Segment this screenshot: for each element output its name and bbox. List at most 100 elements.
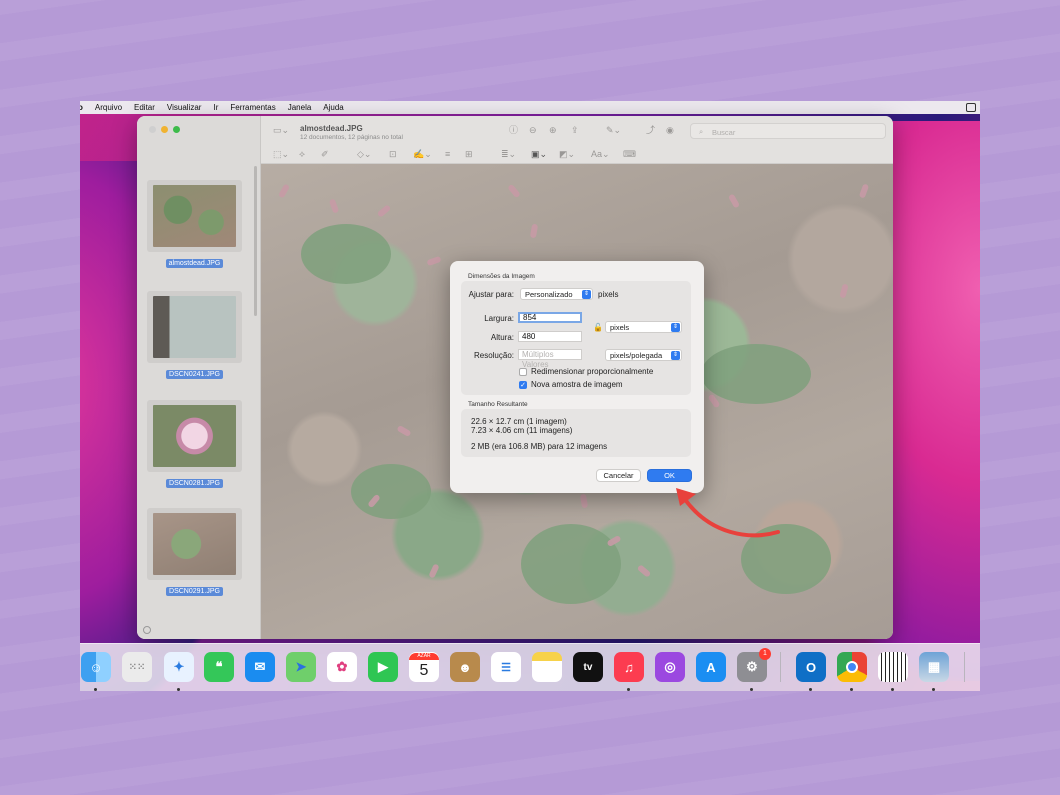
image-detail <box>701 344 811 404</box>
zoom-in-icon[interactable]: ⊕ <box>549 126 557 135</box>
photos-icon[interactable]: ✿ <box>327 652 357 682</box>
image-detail <box>426 255 442 267</box>
text-style-icon[interactable]: Aa⌄ <box>591 150 610 159</box>
fit-label: Ajustar para: <box>468 290 514 299</box>
width-label: Largura: <box>484 314 514 323</box>
sidebar-toggle-icon[interactable]: ▭⌄ <box>273 126 289 135</box>
annotation-arrow-icon <box>676 488 780 538</box>
rotate-icon[interactable]: ⤴ <box>646 126 655 135</box>
selection-icon[interactable]: ⬚⌄ <box>273 150 289 159</box>
fit-popup[interactable]: Personalizado ⇕ <box>520 288 593 300</box>
markup-pen-icon[interactable]: ✎⌄ <box>606 126 621 135</box>
calendar-day: 5 <box>419 661 429 679</box>
thumbnail-item[interactable]: almostdead.JPG <box>147 180 242 270</box>
launchpad-icon[interactable]: ⁙⁙ <box>122 652 152 682</box>
thumbnail-item[interactable]: DSCN0281.JPG <box>147 400 242 490</box>
instant-alpha-icon[interactable]: ⟡ <box>299 150 305 159</box>
resolution-unit-popup[interactable]: pixels/polegada ⇕ <box>605 349 682 361</box>
height-label: Altura: <box>490 333 514 342</box>
sketch-icon[interactable]: ✐ <box>321 150 329 159</box>
cancel-button[interactable]: Cancelar <box>596 469 641 482</box>
menu-arquivo[interactable]: Arquivo <box>95 103 122 112</box>
running-indicator <box>891 688 894 691</box>
maps-icon[interactable]: ➤ <box>286 652 316 682</box>
markup-icon[interactable]: ◉ <box>666 126 674 135</box>
close-button[interactable] <box>149 126 156 133</box>
podcasts-icon[interactable]: ◎ <box>655 652 685 682</box>
adjust-color-icon[interactable]: ≡ <box>445 150 450 159</box>
sidebar-options-icon[interactable] <box>143 626 151 634</box>
lock-icon[interactable]: 🔓 <box>593 323 603 332</box>
units-popup[interactable]: pixels ⇕ <box>605 321 682 333</box>
facetime-icon[interactable]: ▶ <box>368 652 398 682</box>
menu-editar[interactable]: Editar <box>134 103 155 112</box>
sign-icon[interactable]: ✍⌄ <box>413 150 432 159</box>
scale-proportionally-checkbox[interactable] <box>519 368 527 376</box>
search-placeholder: Buscar <box>712 128 736 137</box>
music-icon[interactable]: ♫ <box>614 652 644 682</box>
shapes-icon[interactable]: ◇⌄ <box>357 150 371 159</box>
finder-icon[interactable]: ☺ <box>81 652 111 682</box>
running-indicator <box>627 688 630 691</box>
thumbnail-sidebar: almostdead.JPG DSCN0241.JPG DSCN0281.JPG… <box>137 116 261 639</box>
running-indicator <box>932 688 935 691</box>
menu-visualizar[interactable]: Visualizar <box>167 103 202 112</box>
control-center-icon[interactable] <box>966 103 976 112</box>
apple-tv-label: tv <box>583 661 593 673</box>
search-field[interactable]: ⌕ Buscar <box>690 123 886 139</box>
thumbnail-caption: DSCN0241.JPG <box>166 370 223 379</box>
image-detail <box>301 224 391 284</box>
app-store-icon[interactable]: A <box>696 652 726 682</box>
notes-icon[interactable] <box>532 652 562 682</box>
annotate-icon[interactable]: ⌨ <box>623 150 636 159</box>
chevron-updown-icon: ⇕ <box>582 290 591 299</box>
resample-checkbox[interactable]: ✓ <box>519 381 527 389</box>
thumbnail-item[interactable]: DSCN0291.JPG <box>147 508 242 598</box>
messages-icon[interactable]: ❝ <box>204 652 234 682</box>
piano-icon[interactable] <box>878 652 908 682</box>
section-title-dimensions: Dimensões da Imagem <box>468 273 535 280</box>
height-field[interactable]: 480 <box>518 331 582 342</box>
menu-app[interactable]: o <box>80 103 83 112</box>
chrome-icon[interactable] <box>837 652 867 682</box>
reminders-icon[interactable]: ☰ <box>491 652 521 682</box>
width-field[interactable]: 854 <box>518 312 582 323</box>
contacts-icon[interactable]: ☻ <box>450 652 480 682</box>
menu-ir[interactable]: Ir <box>213 103 218 112</box>
text-box-icon[interactable]: ⊡ <box>389 150 397 159</box>
section-title-result: Tamanho Resultante <box>468 401 528 408</box>
image-detail <box>579 493 589 509</box>
mail-icon[interactable]: ✉ <box>245 652 275 682</box>
zoom-button[interactable] <box>173 126 180 133</box>
apple-tv-icon[interactable]: tv <box>573 652 603 682</box>
info-icon[interactable]: ⓘ <box>509 126 518 135</box>
image-detail <box>727 193 741 209</box>
dock: ☺ ⁙⁙ ✦ ❝ ✉ ➤ ✿ ▶ AZAR 5 ☻ ☰ tv ♫ ◎ A ⚙ 1… <box>80 643 980 691</box>
resolution-field[interactable]: Múltiplos Valores <box>518 349 582 369</box>
shape-style-icon[interactable]: ≣⌄ <box>501 150 516 159</box>
border-color-icon[interactable]: ▣⌄ <box>531 150 547 159</box>
scale-proportionally-label: Redimensionar proporcionalmente <box>531 367 654 376</box>
adjust-size-icon[interactable]: ⊞ <box>465 150 473 159</box>
image-detail <box>351 464 431 519</box>
menu-ferramentas[interactable]: Ferramentas <box>230 103 275 112</box>
chrome-center <box>846 661 858 673</box>
preview-icon[interactable]: ▦ <box>919 652 949 682</box>
share-icon[interactable]: ⇪ <box>571 126 579 135</box>
sidebar-scrollbar[interactable] <box>254 166 257 316</box>
running-indicator <box>809 688 812 691</box>
zoom-out-icon[interactable]: ⊖ <box>529 126 537 135</box>
fit-popup-value: Personalizado <box>525 290 573 299</box>
menu-ajuda[interactable]: Ajuda <box>323 103 343 112</box>
fill-color-icon[interactable]: ◩⌄ <box>559 150 575 159</box>
minimize-button[interactable] <box>161 126 168 133</box>
calendar-icon[interactable]: AZAR 5 <box>409 652 439 682</box>
menu-janela[interactable]: Janela <box>288 103 312 112</box>
outlook-icon[interactable]: O <box>796 652 826 682</box>
thumbnail-item[interactable]: DSCN0241.JPG <box>147 291 242 381</box>
image-detail <box>277 183 291 199</box>
result-line-3: 2 MB (era 106.8 MB) para 12 imagens <box>471 442 608 451</box>
safari-icon[interactable]: ✦ <box>164 652 194 682</box>
system-preferences-icon[interactable]: ⚙ 1 <box>737 648 771 682</box>
document-subtitle: 12 documentos, 12 páginas no total <box>300 134 403 141</box>
